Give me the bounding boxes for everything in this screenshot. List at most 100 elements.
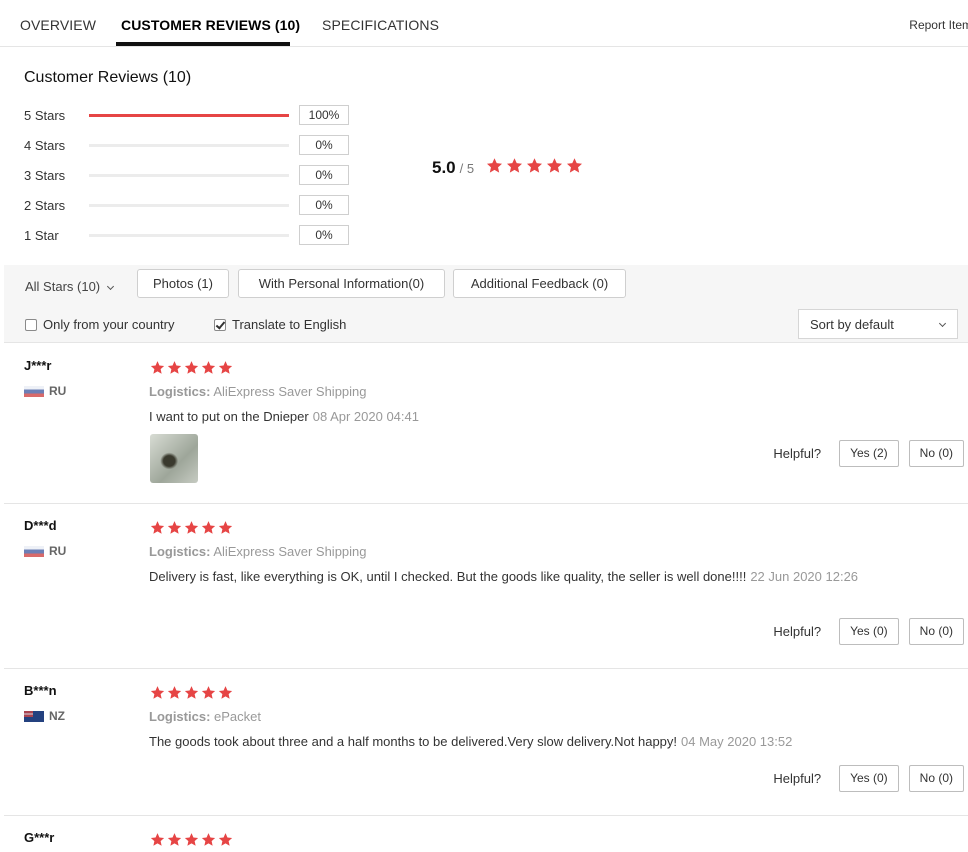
- helpful-no-button[interactable]: No (0): [908, 440, 964, 467]
- sort-select[interactable]: Sort by default: [798, 309, 958, 339]
- reviewer-name: B***n: [24, 683, 57, 698]
- star-icon: [184, 833, 199, 846]
- reviewer-country: RU: [24, 384, 66, 398]
- translate-checkbox[interactable]: Translate to English: [214, 317, 346, 332]
- rating-row-1[interactable]: 1 Star 0%: [24, 225, 354, 245]
- flag-nz-icon: [24, 710, 44, 722]
- only-country-label: Only from your country: [43, 317, 175, 332]
- star-icon: [218, 833, 233, 846]
- star-icon: [167, 361, 182, 374]
- reviewer-name: J***r: [24, 358, 52, 373]
- average-stars: [486, 157, 586, 174]
- review-photo-thumbnail[interactable]: [150, 434, 198, 483]
- star-icon: [201, 686, 216, 699]
- rating-bar: [89, 114, 289, 117]
- tab-customer-reviews[interactable]: CUSTOMER REVIEWS (10): [121, 17, 300, 33]
- review-item: G***r: [4, 816, 968, 852]
- logistics-value: ePacket: [214, 709, 262, 724]
- sort-label: Sort by default: [810, 317, 894, 332]
- average-score: 5.0: [432, 158, 456, 177]
- rating-row-label: 2 Stars: [24, 198, 66, 213]
- flag-ru-icon: [24, 545, 44, 557]
- logistics-label: Logistics:: [149, 544, 211, 559]
- review-filters: All Stars (10) Photos (1) With Personal …: [4, 265, 968, 343]
- translate-label: Translate to English: [232, 317, 347, 332]
- rating-bar: [89, 204, 289, 207]
- star-icon: [184, 686, 199, 699]
- review-logistics: Logistics: AliExpress Saver Shipping: [149, 544, 367, 559]
- rating-row-2[interactable]: 2 Stars 0%: [24, 195, 354, 215]
- helpful-label: Helpful?: [773, 624, 822, 639]
- rating-bar: [89, 174, 289, 177]
- star-icon: [150, 521, 165, 534]
- star-icon: [150, 686, 165, 699]
- additional-feedback-filter-button[interactable]: Additional Feedback (0): [453, 269, 626, 298]
- review-body: I want to put on the Dnieper: [149, 409, 309, 424]
- star-icon: [527, 158, 543, 173]
- helpful-votes: Helpful? Yes (2) No (0): [773, 440, 964, 467]
- reviewer-name: G***r: [24, 830, 55, 845]
- helpful-yes-button[interactable]: Yes (0): [839, 618, 899, 645]
- tab-overview[interactable]: OVERVIEW: [20, 17, 96, 33]
- checkbox-unchecked-icon[interactable]: [25, 318, 37, 331]
- logistics-value: AliExpress Saver Shipping: [213, 544, 367, 559]
- helpful-yes-button[interactable]: Yes (2): [839, 440, 899, 467]
- star-icon: [507, 158, 523, 173]
- review-body: The goods took about three and a half mo…: [149, 734, 678, 749]
- review-item: J***r RU Logistics: AliExpress Saver Shi…: [4, 344, 968, 504]
- rating-row-3[interactable]: 3 Stars 0%: [24, 165, 354, 185]
- checkbox-checked-icon[interactable]: [214, 318, 226, 331]
- star-icon: [218, 521, 233, 534]
- rating-row-label: 3 Stars: [24, 168, 66, 183]
- rating-bar: [89, 144, 289, 147]
- rating-row-label: 1 Star: [24, 228, 59, 243]
- only-country-checkbox[interactable]: Only from your country: [25, 317, 175, 332]
- rating-row-4[interactable]: 4 Stars 0%: [24, 135, 354, 155]
- flag-ru-icon: [24, 385, 44, 397]
- rating-bar-fill: [89, 114, 289, 117]
- helpful-no-button[interactable]: No (0): [908, 765, 964, 792]
- report-item-link[interactable]: Report Item: [909, 18, 968, 32]
- review-text: Delivery is fast, like everything is OK,…: [149, 568, 859, 586]
- average-out-of: / 5: [459, 161, 475, 176]
- helpful-yes-button[interactable]: Yes (0): [839, 765, 899, 792]
- logistics-value: AliExpress Saver Shipping: [213, 384, 367, 399]
- review-stars: [150, 685, 235, 700]
- review-stars: [150, 520, 235, 535]
- photos-filter-button[interactable]: Photos (1): [137, 269, 229, 298]
- reviewer-name: D***d: [24, 518, 57, 533]
- country-code: RU: [49, 384, 67, 398]
- review-date: 22 Jun 2020 12:26: [750, 569, 859, 584]
- review-stars: [150, 360, 235, 375]
- all-stars-dropdown[interactable]: All Stars (10): [25, 279, 115, 294]
- tab-specifications[interactable]: SPECIFICATIONS: [322, 17, 439, 33]
- rating-percent: 0%: [299, 195, 349, 215]
- rating-row-5[interactable]: 5 Stars 100%: [24, 105, 354, 125]
- star-icon: [184, 521, 199, 534]
- star-icon: [201, 521, 216, 534]
- rating-row-label: 5 Stars: [24, 108, 66, 123]
- average-rating: 5.0 / 5: [432, 156, 586, 178]
- chevron-down-icon: [107, 282, 115, 291]
- star-icon: [167, 833, 182, 846]
- review-stars: [150, 832, 235, 847]
- rating-percent: 0%: [299, 225, 349, 245]
- review-body: Delivery is fast, like everything is OK,…: [149, 569, 747, 584]
- review-text: The goods took about three and a half mo…: [149, 733, 864, 751]
- star-icon: [567, 158, 583, 173]
- review-logistics: Logistics: AliExpress Saver Shipping: [149, 384, 367, 399]
- reviewer-country: NZ: [24, 709, 65, 723]
- personal-info-filter-button[interactable]: With Personal Information(0): [238, 269, 445, 298]
- helpful-votes: Helpful? Yes (0) No (0): [773, 765, 964, 792]
- star-icon: [218, 686, 233, 699]
- helpful-no-button[interactable]: No (0): [908, 618, 964, 645]
- rating-percent: 0%: [299, 135, 349, 155]
- star-icon: [201, 833, 216, 846]
- helpful-label: Helpful?: [773, 446, 822, 461]
- helpful-votes: Helpful? Yes (0) No (0): [773, 618, 964, 645]
- logistics-label: Logistics:: [149, 384, 211, 399]
- logistics-label: Logistics:: [149, 709, 211, 724]
- reviewer-country: RU: [24, 544, 66, 558]
- star-icon: [167, 521, 182, 534]
- active-tab-indicator: [116, 42, 290, 46]
